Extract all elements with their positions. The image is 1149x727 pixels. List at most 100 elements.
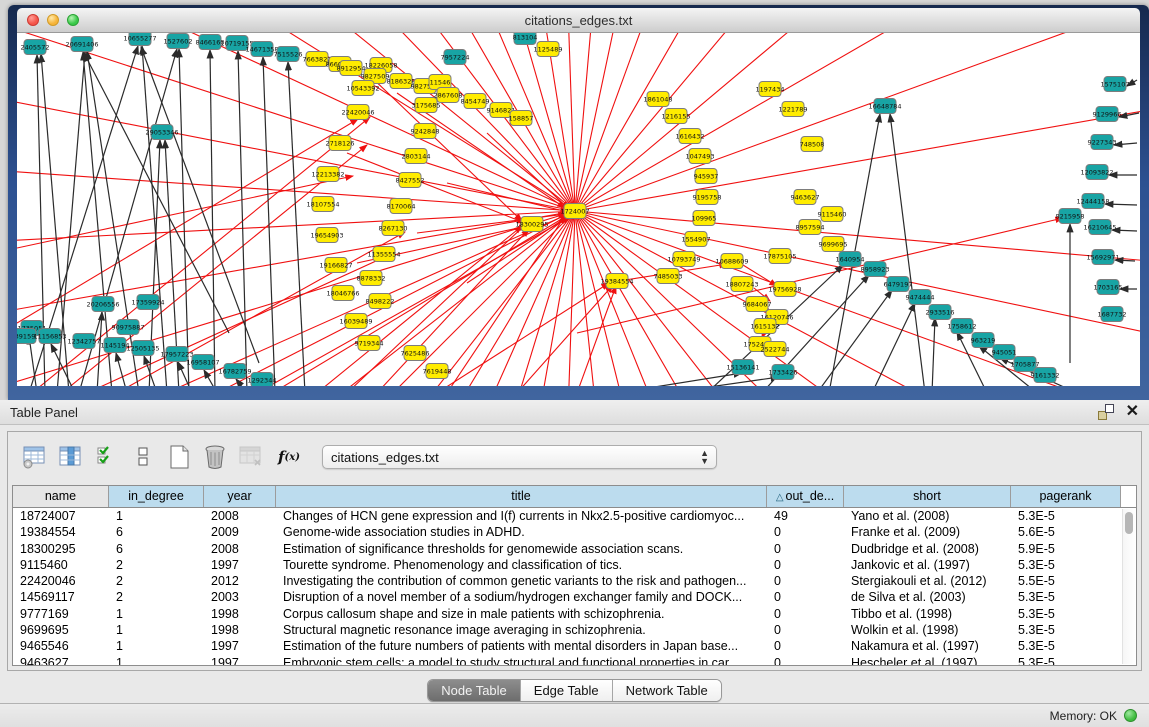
graph-node[interactable]: 1292344 (248, 373, 277, 387)
table-cell[interactable]: 0 (767, 573, 844, 589)
graph-node[interactable]: 29053346 (145, 125, 178, 140)
table-cell[interactable]: Tourette syndrome. Phenomenology and cla… (276, 557, 767, 573)
graph-node[interactable]: 19654903 (310, 228, 343, 243)
graph-node[interactable]: 7957224 (441, 50, 470, 65)
graph-node[interactable]: 1047493 (686, 149, 715, 164)
column-header-title[interactable]: title (276, 486, 767, 507)
table-cell[interactable]: Dudbridge et al. (2008) (844, 541, 1011, 557)
graph-node[interactable]: 9719344 (355, 336, 384, 351)
table-row[interactable]: 1872400712008Changes of HCN gene express… (13, 508, 1136, 524)
graph-node[interactable]: 17875105 (763, 249, 796, 264)
table-cell[interactable]: Tibbo et al. (1998) (844, 606, 1011, 622)
column-header-short[interactable]: short (844, 486, 1011, 507)
table-cell[interactable]: Embryonic stem cells: a model to study s… (276, 655, 767, 666)
table-cell[interactable]: Structural magnetic resonance image aver… (276, 622, 767, 638)
table-cell[interactable]: 1998 (204, 606, 276, 622)
graph-node[interactable]: 1687732 (1098, 307, 1127, 322)
table-cell[interactable]: 1 (109, 508, 204, 524)
table-cell[interactable]: 2012 (204, 573, 276, 589)
table-cell[interactable]: Disruption of a novel member of a sodium… (276, 589, 767, 605)
table-row[interactable]: 2242004622012Investigating the contribut… (13, 573, 1136, 589)
graph-node[interactable]: 1615132 (751, 319, 780, 334)
table-cell[interactable]: 1997 (204, 655, 276, 666)
table-cell[interactable]: Genome-wide association studies in ADHD. (276, 524, 767, 540)
table-cell[interactable]: 6 (109, 524, 204, 540)
graph-node[interactable]: 8454749 (461, 94, 490, 109)
table-cell[interactable]: 6 (109, 541, 204, 557)
graph-node[interactable]: 9227343 (1088, 135, 1117, 150)
graph-node[interactable]: 748508 (800, 137, 825, 152)
table-cell[interactable]: 9463627 (13, 655, 109, 666)
graph-node[interactable]: 1554907 (682, 232, 711, 247)
graph-node[interactable]: 9129966 (1093, 107, 1122, 122)
table-row[interactable]: 969969511998Structural magnetic resonanc… (13, 622, 1136, 638)
window-titlebar[interactable]: citations_edges.txt (17, 8, 1140, 33)
table-row[interactable]: 946362711997Embryonic stem cells: a mode… (13, 655, 1136, 666)
graph-node[interactable]: 9474444 (906, 290, 935, 305)
table-cell[interactable]: 0 (767, 638, 844, 654)
tab-edge-table[interactable]: Edge Table (521, 680, 613, 701)
delete-table-icon[interactable] (236, 442, 266, 472)
graph-node[interactable]: 19166827 (319, 258, 352, 273)
graph-node[interactable]: 16648784 (868, 99, 901, 114)
graph-node[interactable]: 2718126 (326, 136, 355, 151)
graph-node[interactable]: 2803144 (402, 149, 431, 164)
table-row[interactable]: 911546021997Tourette syndrome. Phenomeno… (13, 557, 1136, 573)
delete-column-icon[interactable] (200, 442, 230, 472)
tab-node-table[interactable]: Node Table (428, 680, 521, 701)
graph-node[interactable]: 813104 (513, 33, 538, 45)
column-header-name[interactable]: name (13, 486, 109, 507)
table-cell[interactable]: 0 (767, 622, 844, 638)
graph-node[interactable]: 8957594 (796, 220, 825, 235)
graph-node[interactable]: 1527602 (164, 34, 193, 49)
graph-node[interactable]: 8498222 (366, 294, 395, 309)
table-cell[interactable]: 5.3E-5 (1011, 606, 1121, 622)
graph-node[interactable]: 8215958 (1056, 209, 1085, 224)
table-cell[interactable]: Investigating the contribution of common… (276, 573, 767, 589)
table-cell[interactable]: Changes of HCN gene expression and I(f) … (276, 508, 767, 524)
table-cell[interactable]: 1 (109, 655, 204, 666)
table-cell[interactable]: 49 (767, 508, 844, 524)
graph-node[interactable]: 158857 (509, 111, 534, 126)
graph-node[interactable]: 1197434 (756, 82, 785, 97)
graph-node[interactable]: 20206556 (86, 297, 119, 312)
column-header-pagerank[interactable]: pagerank (1011, 486, 1121, 507)
table-row[interactable]: 977716911998Corpus callosum shape and si… (13, 606, 1136, 622)
graph-node[interactable]: 7619448 (423, 364, 452, 379)
table-cell[interactable]: 5.3E-5 (1011, 655, 1121, 666)
table-cell[interactable]: 1997 (204, 638, 276, 654)
graph-node[interactable]: 9684067 (743, 297, 772, 312)
table-cell[interactable]: Corpus callosum shape and size in male p… (276, 606, 767, 622)
table-cell[interactable]: 1 (109, 606, 204, 622)
graph-node[interactable]: 3175685 (412, 98, 441, 113)
table-cell[interactable]: 14569117 (13, 589, 109, 605)
show-columns-icon[interactable] (56, 442, 86, 472)
tab-network-table[interactable]: Network Table (613, 680, 721, 701)
table-cell[interactable]: 5.3E-5 (1011, 622, 1121, 638)
graph-node[interactable]: 2405572 (21, 40, 50, 55)
table-cell[interactable]: Jankovic et al. (1997) (844, 557, 1011, 573)
table-cell[interactable]: 1 (109, 638, 204, 654)
graph-node[interactable]: 18046766 (326, 286, 359, 301)
graph-node[interactable]: 9161332 (1031, 368, 1060, 383)
table-cell[interactable]: 18724007 (13, 508, 109, 524)
table-mode-icon[interactable] (20, 442, 50, 472)
graph-node[interactable]: 1145194 (101, 338, 130, 353)
graph-node[interactable]: 90975887 (111, 320, 144, 335)
column-header-out_de[interactable]: △out_de... (767, 486, 844, 507)
graph-node[interactable]: 1216155 (662, 109, 691, 124)
table-cell[interactable]: Estimation of significance thresholds fo… (276, 541, 767, 557)
graph-node[interactable]: 9699695 (819, 237, 848, 252)
graph-node[interactable]: 18107554 (306, 197, 339, 212)
table-cell[interactable]: Stergiakouli et al. (2012) (844, 573, 1011, 589)
network-canvas[interactable]: 2405572206914061065527715276028466160107… (17, 33, 1140, 386)
function-builder-icon[interactable]: f(x) (272, 442, 306, 472)
table-cell[interactable]: 22420046 (13, 573, 109, 589)
table-row[interactable]: 1938455462009Genome-wide association stu… (13, 524, 1136, 540)
table-cell[interactable]: 5.6E-5 (1011, 524, 1121, 540)
table-cell[interactable]: 0 (767, 557, 844, 573)
graph-node[interactable]: 7485033 (654, 269, 683, 284)
select-columns-icon[interactable] (92, 442, 122, 472)
row-height-icon[interactable] (128, 442, 158, 472)
new-column-icon[interactable] (164, 442, 194, 472)
